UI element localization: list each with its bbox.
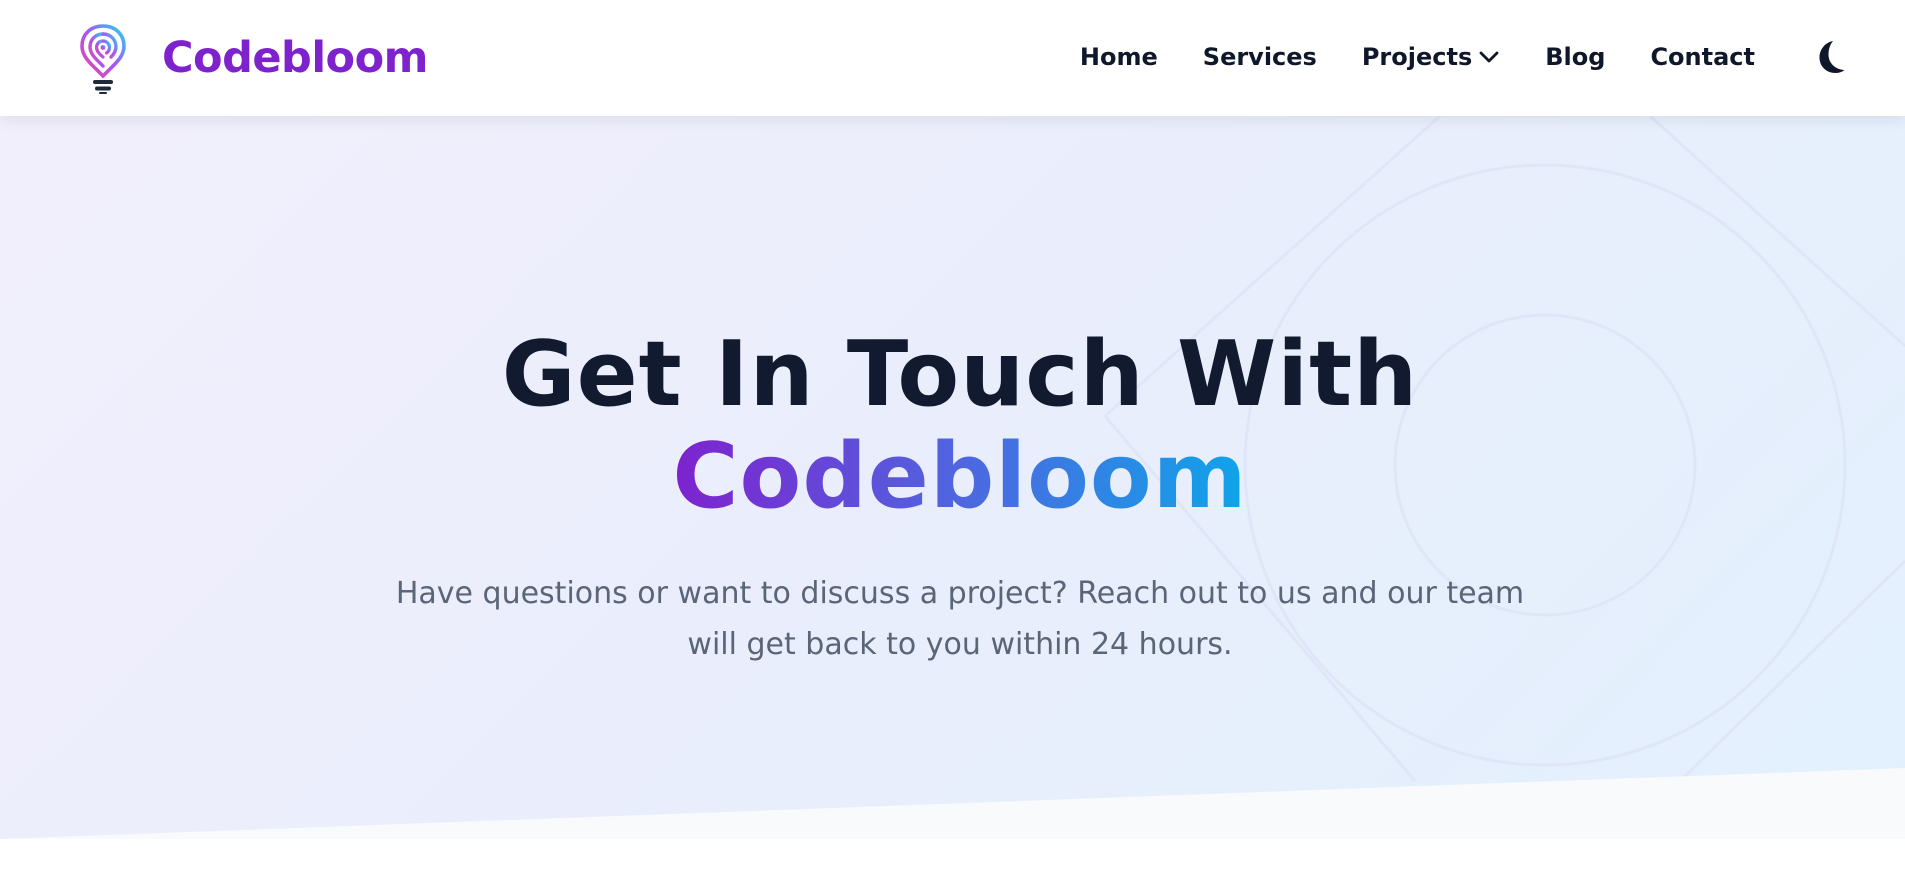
page: Codebloom Home Services Projects Blog Co… <box>0 0 1905 871</box>
nav-blog-label: Blog <box>1545 43 1606 71</box>
brand-link[interactable]: Codebloom <box>78 20 428 96</box>
lightbulb-fingerprint-logo-icon <box>80 24 126 94</box>
page-bottom-area <box>0 839 1905 871</box>
nav-projects-dropdown[interactable]: Projects <box>1362 43 1500 71</box>
moon-icon[interactable] <box>1811 39 1847 75</box>
nav-contact-link[interactable]: Contact <box>1650 43 1755 71</box>
nav-projects-label: Projects <box>1361 43 1473 71</box>
nav-services-label: Services <box>1202 43 1317 71</box>
nav-home-link[interactable]: Home <box>1080 43 1158 71</box>
nav-blog-link[interactable]: Blog <box>1545 43 1605 71</box>
nav-services-link[interactable]: Services <box>1203 43 1317 71</box>
hero-bottom-slant <box>0 768 1905 871</box>
brand-name: Codebloom <box>162 33 428 83</box>
chevron-down-icon <box>1479 51 1499 63</box>
navbar: Codebloom Home Services Projects Blog Co… <box>0 0 1905 116</box>
nav-contact-label: Contact <box>1650 43 1755 71</box>
nav-home-label: Home <box>1079 43 1158 71</box>
main-nav: Home Services Projects Blog Contact <box>1080 0 1755 114</box>
hero-section: Get In Touch With Codebloom Have questio… <box>0 116 1905 871</box>
